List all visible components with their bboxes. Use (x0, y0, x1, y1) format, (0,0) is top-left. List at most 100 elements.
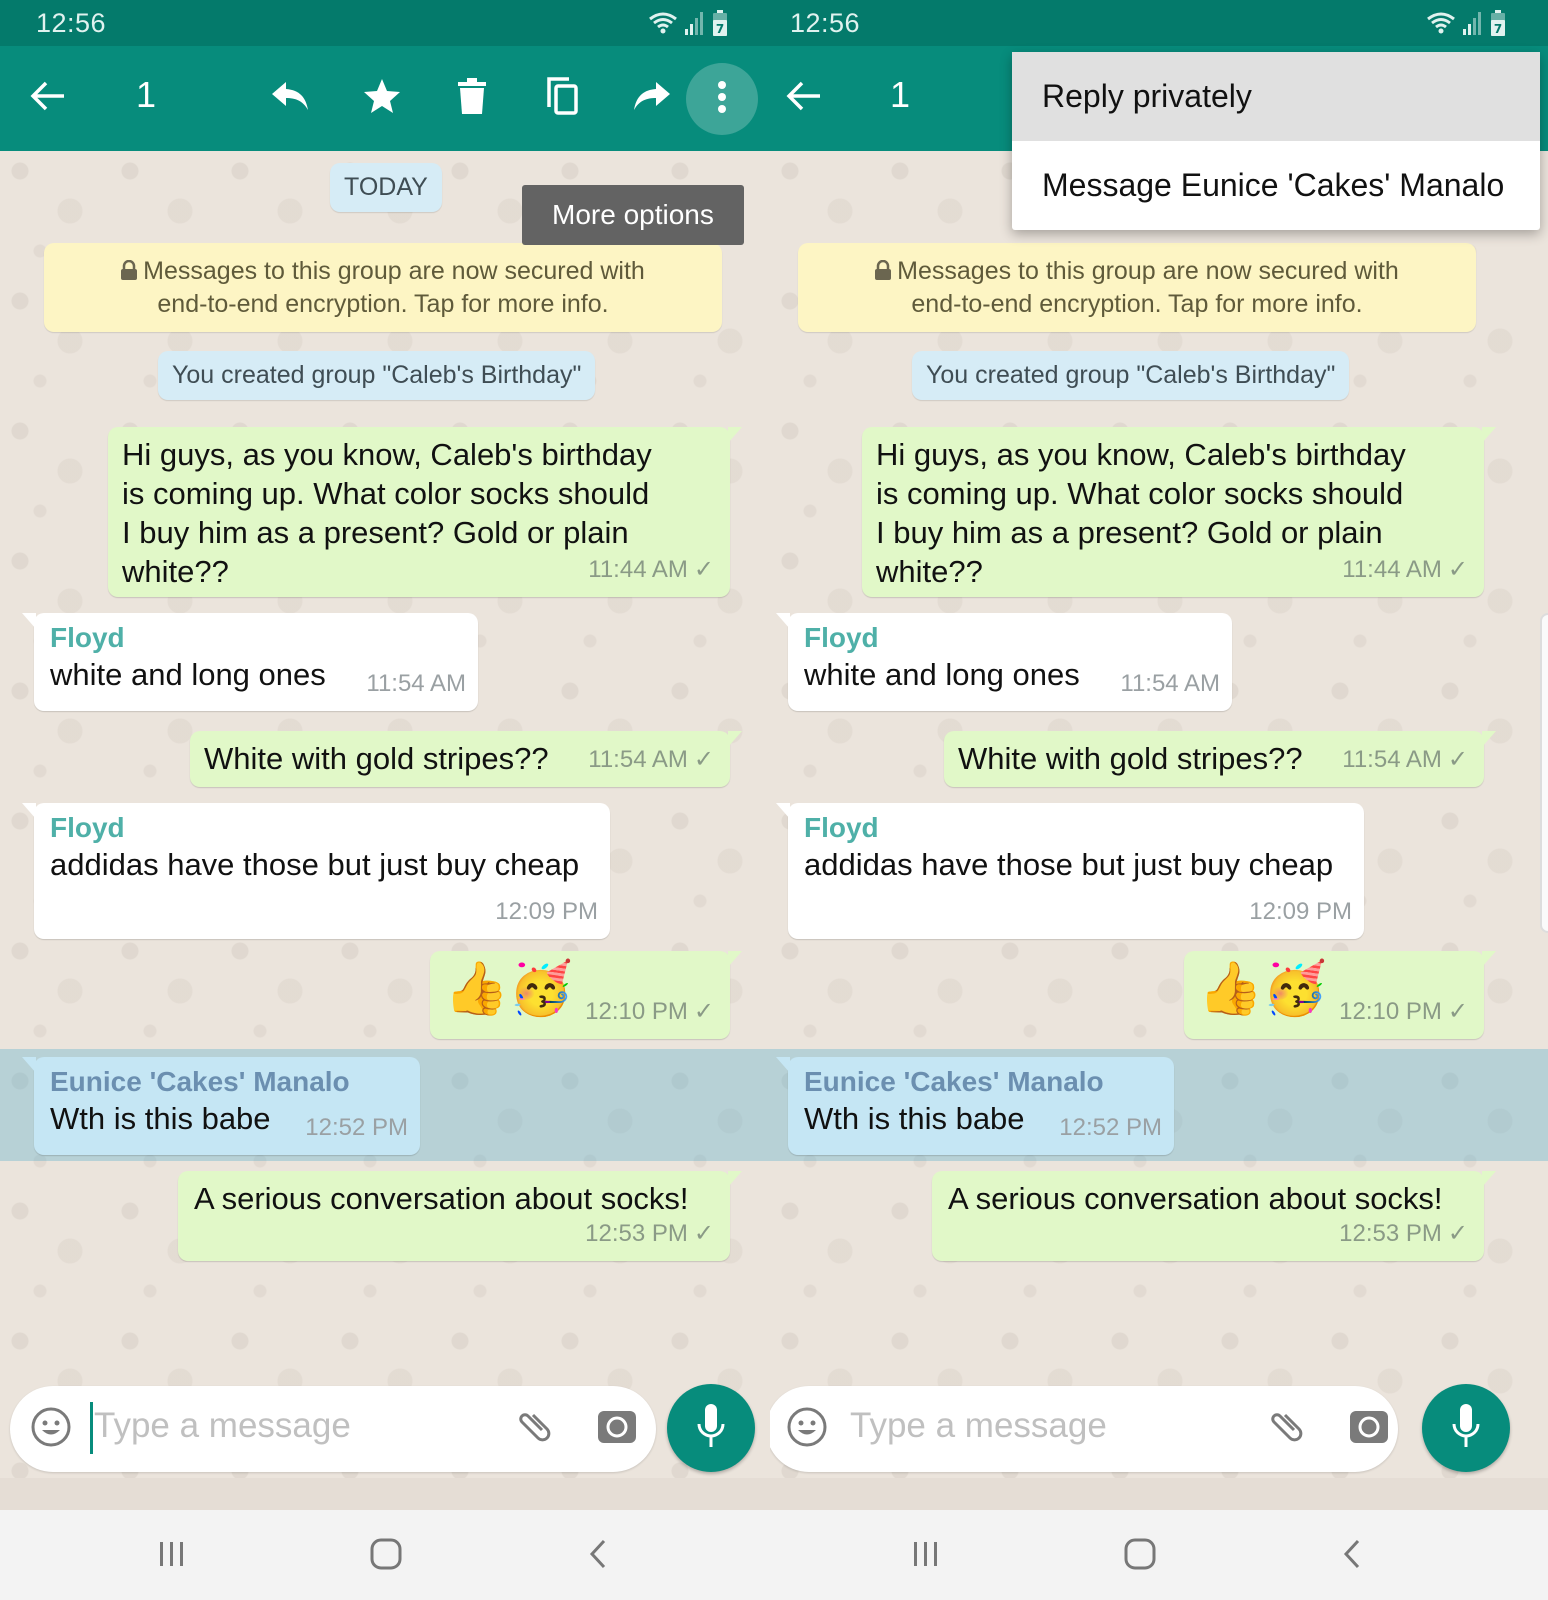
attach-button[interactable] (1262, 1406, 1308, 1452)
selected-count: 1 (136, 74, 157, 115)
signal-icon (1462, 11, 1484, 35)
smiley-icon (786, 1406, 828, 1453)
message-bubble-outgoing[interactable]: White with gold stripes?? 11:54 AM ✓ (190, 731, 742, 787)
message-bubble-incoming[interactable]: Floyd addidas have those but just buy ch… (22, 803, 610, 939)
sender-name: Floyd (50, 622, 125, 653)
back-nav-button[interactable] (576, 1534, 620, 1578)
system-nav-bar (0, 1510, 770, 1600)
recents-button[interactable] (150, 1534, 194, 1578)
message-time: 11:54 AM (366, 670, 466, 697)
message-input[interactable]: Type a message (94, 1406, 351, 1446)
copy-button[interactable] (532, 68, 592, 128)
reply-button[interactable] (260, 68, 320, 128)
message-time: 12:53 PM (1339, 1220, 1442, 1247)
date-label: TODAY (330, 163, 442, 212)
encryption-notice-line1: Messages to this group are now secured w… (897, 257, 1399, 285)
message-bubble-outgoing[interactable]: Hi guys, as you know, Caleb's birthday i… (108, 427, 742, 597)
star-icon (363, 78, 401, 119)
delete-button[interactable] (442, 68, 502, 128)
message-time: 11:54 AM (1120, 670, 1220, 697)
message-bubble-incoming[interactable]: Floyd addidas have those but just buy ch… (776, 803, 1364, 939)
copy-icon (545, 76, 579, 120)
message-bubble-outgoing[interactable]: White with gold stripes?? 11:54 AM ✓ (944, 731, 1496, 787)
chat-area[interactable]: Messages to this group are now secured w… (770, 151, 1548, 1478)
single-check-icon: ✓ (693, 746, 714, 773)
more-options-button[interactable] (686, 63, 758, 135)
message-text: addidas have those but just buy cheap (804, 847, 1334, 882)
camera-icon (597, 1409, 637, 1450)
overflow-menu: Reply privately Message Eunice 'Cakes' M… (1012, 52, 1540, 230)
message-time: 12:53 PM (585, 1220, 688, 1247)
screen-left: 12:56 7 1 TODAY Messages to this group a… (0, 0, 770, 1600)
more-options-tooltip: More options (522, 185, 744, 245)
arrow-back-icon (786, 80, 822, 117)
message-time: 12:52 PM (1059, 1114, 1162, 1141)
message-bubble-outgoing[interactable]: A serious conversation about socks! 12:5… (178, 1171, 742, 1261)
recents-icon (157, 1540, 187, 1573)
signal-icon (684, 11, 706, 35)
single-check-icon: ✓ (693, 556, 714, 583)
message-composer: Type a message (10, 1386, 656, 1472)
encryption-notice[interactable]: Messages to this group are now secured w… (798, 243, 1476, 332)
attach-button[interactable] (510, 1406, 556, 1452)
menu-item-message-sender[interactable]: Message Eunice 'Cakes' Manalo (1012, 141, 1540, 230)
message-bubble-incoming[interactable]: Floyd white and long ones 11:54 AM (776, 613, 1232, 711)
system-nav-bar (770, 1510, 1548, 1600)
selected-count: 1 (890, 74, 911, 115)
status-bar: 12:56 7 (0, 0, 770, 46)
reply-icon (270, 80, 310, 117)
single-check-icon: ✓ (1447, 998, 1468, 1025)
sender-name: Floyd (50, 812, 125, 843)
back-nav-button[interactable] (1330, 1534, 1374, 1578)
smiley-icon (30, 1406, 72, 1453)
home-icon (1124, 1538, 1156, 1575)
emoji-button[interactable] (28, 1406, 74, 1452)
home-button[interactable] (1118, 1534, 1162, 1578)
message-bubble-outgoing[interactable]: 👍🥳 12:10 PM ✓ (1184, 951, 1496, 1039)
camera-button[interactable] (1346, 1406, 1392, 1452)
single-check-icon: ✓ (1447, 1220, 1468, 1247)
back-button[interactable] (774, 68, 834, 128)
star-button[interactable] (352, 68, 412, 128)
recents-button[interactable] (904, 1534, 948, 1578)
message-composer: Type a message (770, 1386, 1398, 1472)
emoji-button[interactable] (784, 1406, 830, 1452)
message-bubble-incoming-selected[interactable]: Eunice 'Cakes' Manalo Wth is this babe 1… (22, 1057, 420, 1155)
voice-record-button[interactable] (667, 1384, 755, 1472)
system-message: You created group "Caleb's Birthday" (158, 351, 596, 400)
microphone-icon (696, 1403, 726, 1453)
encryption-notice[interactable]: Messages to this group are now secured w… (44, 243, 722, 332)
lock-icon (875, 256, 892, 288)
paperclip-icon (513, 1407, 553, 1452)
battery-icon: 7 (1490, 10, 1506, 36)
svg-text:7: 7 (716, 22, 724, 36)
message-bubble-incoming[interactable]: Floyd white and long ones 11:54 AM (22, 613, 478, 711)
back-button[interactable] (18, 68, 78, 128)
status-time: 12:56 (36, 8, 107, 38)
sender-name: Floyd (804, 622, 879, 653)
lock-icon (121, 256, 138, 288)
menu-item-reply-privately[interactable]: Reply privately (1012, 52, 1540, 141)
system-message: You created group "Caleb's Birthday" (912, 351, 1350, 400)
encryption-notice-line2: end-to-end encryption. Tap for more info… (157, 290, 609, 318)
message-input[interactable]: Type a message (850, 1406, 1107, 1446)
camera-icon (1349, 1409, 1389, 1450)
message-time: 12:09 PM (1249, 898, 1352, 925)
home-button[interactable] (364, 1534, 408, 1578)
chat-area[interactable]: TODAY Messages to this group are now sec… (0, 151, 770, 1478)
encryption-notice-line2: end-to-end encryption. Tap for more info… (911, 290, 1363, 318)
single-check-icon: ✓ (1447, 556, 1468, 583)
recents-icon (911, 1540, 941, 1573)
message-bubble-outgoing[interactable]: Hi guys, as you know, Caleb's birthday i… (862, 427, 1496, 597)
message-bubble-outgoing[interactable]: A serious conversation about socks! 12:5… (932, 1171, 1496, 1261)
forward-button[interactable] (622, 68, 682, 128)
message-bubble-outgoing[interactable]: 👍🥳 12:10 PM ✓ (430, 951, 742, 1039)
message-bubble-incoming-selected[interactable]: Eunice 'Cakes' Manalo Wth is this babe 1… (776, 1057, 1174, 1155)
microphone-icon (1451, 1403, 1481, 1453)
voice-record-button[interactable] (1422, 1384, 1510, 1472)
battery-icon: 7 (712, 10, 728, 36)
camera-button[interactable] (594, 1406, 640, 1452)
message-time: 11:54 AM (1342, 746, 1442, 773)
svg-text:7: 7 (1494, 22, 1502, 36)
fast-scroll-handle[interactable] (1540, 613, 1548, 933)
